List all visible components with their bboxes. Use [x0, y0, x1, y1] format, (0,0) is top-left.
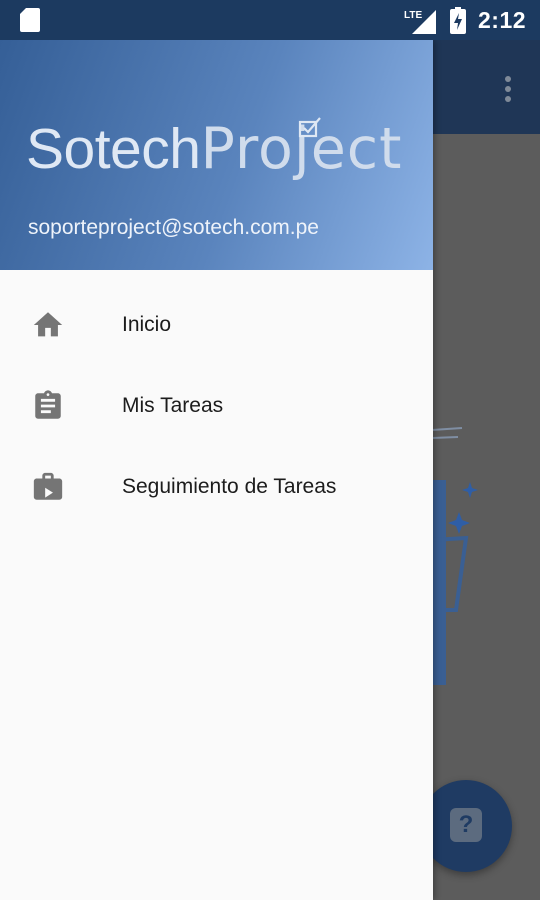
sd-card-icon [20, 8, 40, 32]
lte-label: LTE [404, 10, 422, 21]
user-email: soporteproject@sotech.com.pe [28, 216, 319, 239]
brand-logo: SotechProject [26, 116, 403, 182]
question-icon: ? [450, 808, 482, 842]
help-fab[interactable]: ? [420, 780, 512, 872]
status-time: 2:12 [478, 7, 527, 33]
status-bar: LTE 2:12 [0, 0, 540, 40]
drawer-menu: Inicio Mis Tareas Seguimiento de Tareas [0, 284, 433, 527]
clipboard-icon [35, 390, 61, 419]
menu-item-mis-tareas[interactable]: Mis Tareas [0, 365, 433, 446]
navigation-drawer: SotechProject soporteproject@sotech.com.… [0, 40, 433, 900]
menu-item-label: Seguimiento de Tareas [122, 475, 337, 498]
battery-charging-icon [450, 7, 466, 34]
menu-item-seguimiento[interactable]: Seguimiento de Tareas [0, 446, 433, 527]
home-icon [33, 312, 63, 337]
overflow-menu-icon[interactable] [504, 76, 512, 106]
menu-item-inicio[interactable]: Inicio [0, 284, 433, 365]
background-illustration [432, 420, 540, 685]
drawer-header: SotechProject soporteproject@sotech.com.… [0, 40, 433, 270]
brand-part1: Sotech [26, 117, 201, 181]
menu-item-label: Inicio [122, 313, 172, 336]
briefcase-icon [33, 472, 63, 500]
menu-item-label: Mis Tareas [122, 394, 224, 417]
lte-signal-icon: LTE [404, 10, 436, 34]
logo-checkbox-icon [298, 117, 321, 138]
